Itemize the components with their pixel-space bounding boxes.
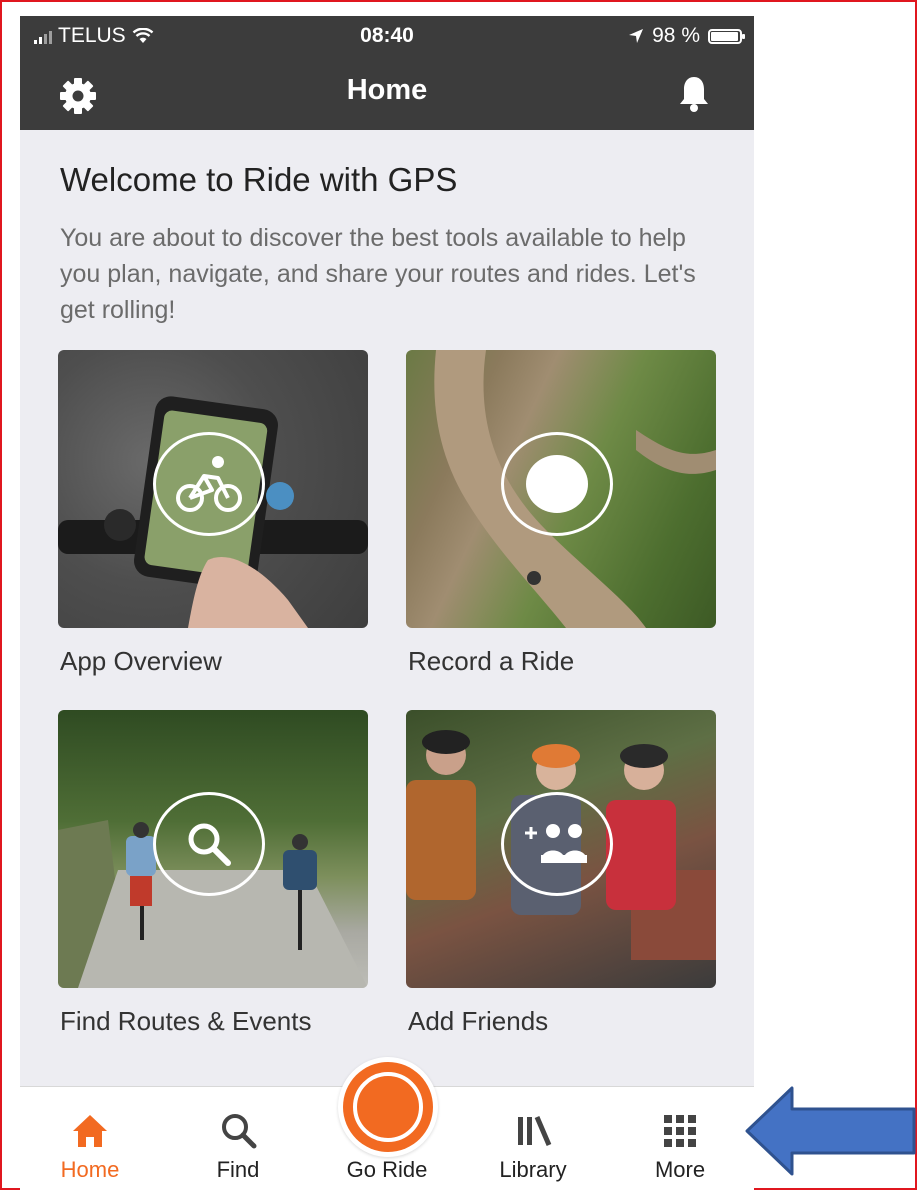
- library-icon: [518, 1116, 552, 1146]
- phone-screen: TELUS 08:40 98 % Home Welcome to Ride wi…: [20, 16, 754, 1190]
- tab-more-label: More: [654, 1157, 706, 1182]
- record-dot-icon: [526, 455, 588, 513]
- tab-home[interactable]: Home: [30, 1087, 150, 1190]
- home-icon: [73, 1115, 107, 1147]
- tab-find[interactable]: Find: [178, 1087, 298, 1190]
- record-ride-label[interactable]: Record a Ride: [408, 646, 574, 677]
- add-friends-label[interactable]: Add Friends: [408, 1006, 548, 1037]
- add-friends-icon: [525, 824, 587, 863]
- welcome-body: You are about to discover the best tools…: [60, 224, 696, 324]
- go-ride-button[interactable]: [338, 1057, 438, 1157]
- app-header: Home: [20, 56, 754, 130]
- tile-icon-ring: [501, 432, 613, 536]
- find-routes-card[interactable]: [58, 710, 368, 988]
- tab-bar: Home Find Go Ride Library More: [20, 1057, 754, 1190]
- status-bar: TELUS 08:40 98 %: [20, 16, 754, 56]
- app-overview-label[interactable]: App Overview: [60, 646, 222, 677]
- record-button-icon: [343, 1062, 433, 1152]
- add-friends-card[interactable]: [406, 710, 716, 988]
- app-overview-card[interactable]: [58, 350, 368, 628]
- grid-icon: [664, 1115, 696, 1147]
- tab-find-label: Find: [216, 1157, 260, 1182]
- status-right: 98 %: [628, 24, 745, 48]
- welcome-title: Welcome to Ride with GPS: [60, 161, 458, 198]
- battery-icon: [708, 28, 745, 44]
- page-title: Home: [346, 74, 428, 106]
- tab-more[interactable]: More: [620, 1087, 740, 1190]
- search-icon: [188, 823, 231, 866]
- tab-home-label: Home: [60, 1157, 120, 1182]
- bell-icon[interactable]: [676, 74, 712, 114]
- tile-icon-ring: [153, 432, 265, 536]
- record-ride-card[interactable]: [406, 350, 716, 628]
- search-icon: [222, 1114, 257, 1149]
- find-routes-label[interactable]: Find Routes & Events: [60, 1006, 311, 1037]
- battery-percent: 98 %: [652, 24, 700, 47]
- location-icon: [629, 29, 644, 43]
- tile-icon-ring: [501, 792, 613, 896]
- cyclist-icon: [176, 456, 242, 512]
- tab-library[interactable]: Library: [473, 1087, 593, 1190]
- annotation-arrow-icon: [745, 1086, 916, 1176]
- tab-library-label: Library: [499, 1157, 567, 1182]
- tile-icon-ring: [153, 792, 265, 896]
- tab-go-ride-label: Go Ride: [346, 1157, 428, 1182]
